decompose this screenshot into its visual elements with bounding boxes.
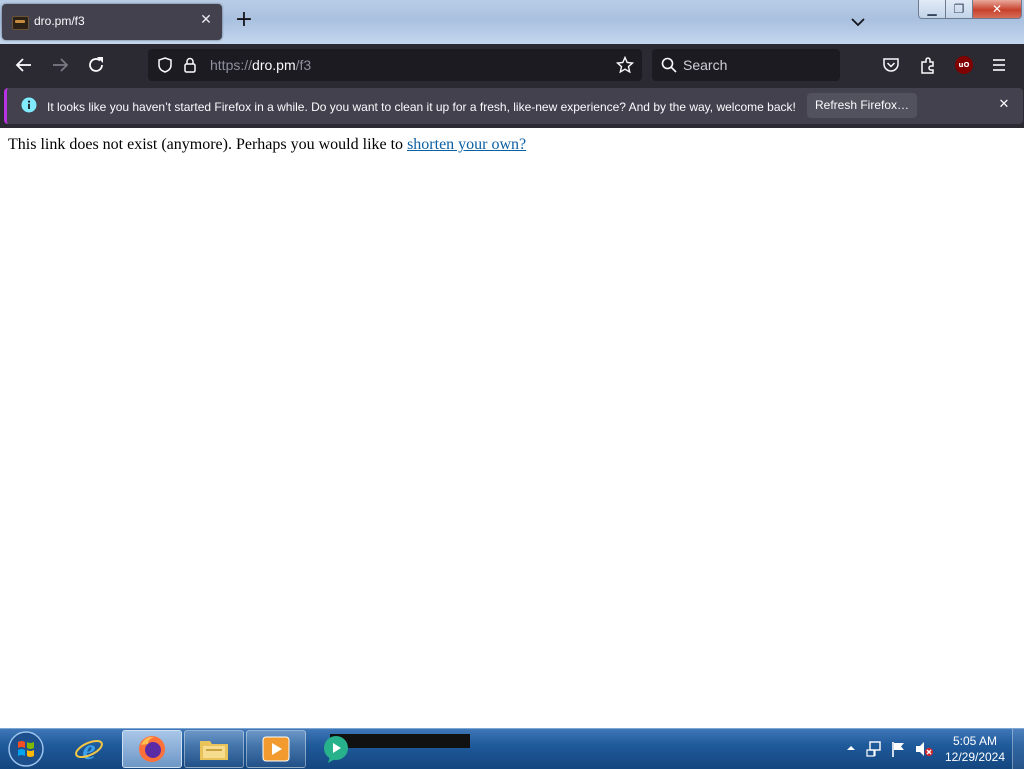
ublock-origin-icon[interactable]: uO bbox=[955, 56, 973, 74]
taskbar: e 5:05 AM 12/29/2024 bbox=[0, 728, 1024, 769]
taskbar-firefox[interactable] bbox=[122, 730, 182, 768]
taskbar-internet-explorer[interactable]: e bbox=[60, 730, 118, 766]
notification-bar: It looks like you haven’t started Firefo… bbox=[0, 86, 1024, 128]
taskbar-clock[interactable]: 5:05 AM 12/29/2024 bbox=[930, 733, 1020, 765]
folder-icon bbox=[200, 741, 228, 760]
start-button-icon[interactable] bbox=[4, 730, 48, 768]
page-content: This link does not exist (anymore). Perh… bbox=[0, 128, 1024, 728]
site-favicon-icon bbox=[12, 16, 29, 30]
network-icon[interactable] bbox=[866, 740, 884, 758]
refresh-firefox-button[interactable]: Refresh Firefox… bbox=[807, 93, 917, 118]
page-paragraph: This link does not exist (anymore). Perh… bbox=[8, 136, 526, 154]
info-icon bbox=[21, 97, 37, 113]
reload-icon[interactable] bbox=[82, 52, 110, 78]
action-center-flag-icon[interactable] bbox=[890, 740, 908, 758]
close-window-button[interactable]: ✕ bbox=[972, 0, 1022, 19]
tab-active[interactable]: dro.pm/f3 ✕ bbox=[2, 4, 222, 40]
search-placeholder: Search bbox=[683, 57, 728, 73]
clock-time: 5:05 AM bbox=[952, 734, 998, 748]
lock-icon[interactable] bbox=[182, 56, 198, 74]
bookmark-star-icon[interactable] bbox=[616, 56, 634, 74]
new-tab-button[interactable]: + bbox=[234, 9, 254, 31]
show-desktop-button[interactable] bbox=[1012, 729, 1024, 769]
forward-icon[interactable] bbox=[46, 52, 74, 78]
pocket-icon[interactable] bbox=[882, 56, 900, 74]
minimize-button[interactable]: ▁ bbox=[918, 0, 946, 19]
search-bar[interactable]: Search bbox=[652, 49, 840, 81]
extensions-puzzle-icon[interactable] bbox=[918, 55, 938, 75]
search-icon bbox=[661, 57, 677, 73]
show-hidden-icons-icon[interactable] bbox=[846, 743, 856, 753]
list-all-tabs-icon[interactable] bbox=[848, 12, 868, 32]
taskbar-media-player[interactable] bbox=[246, 730, 306, 768]
shorten-link[interactable]: shorten your own? bbox=[407, 136, 526, 153]
taskbar-unknown-app[interactable] bbox=[308, 730, 474, 766]
chat-bubble-icon bbox=[324, 736, 348, 763]
svg-text:e: e bbox=[82, 733, 95, 765]
notification-message: It looks like you haven’t started Firefo… bbox=[47, 100, 796, 114]
page-message: This link does not exist (anymore). Perh… bbox=[8, 136, 404, 153]
url-bar[interactable]: https://dro.pm/f3 bbox=[148, 49, 642, 81]
firefox-icon bbox=[139, 736, 165, 762]
tab-strip: dro.pm/f3 ✕ + ▁ ❐ ✕ bbox=[0, 0, 1024, 44]
restore-button[interactable]: ❐ bbox=[945, 0, 973, 19]
nav-toolbar: https://dro.pm/f3 Search uO bbox=[0, 44, 1024, 86]
internet-explorer-icon: e bbox=[75, 733, 103, 765]
hamburger-menu-icon[interactable] bbox=[990, 56, 1008, 74]
notification-close-icon[interactable]: ✕ bbox=[995, 96, 1013, 114]
notification-box: It looks like you haven’t started Firefo… bbox=[4, 88, 1023, 124]
url-text[interactable]: https://dro.pm/f3 bbox=[210, 57, 311, 73]
clock-date: 12/29/2024 bbox=[944, 750, 1006, 764]
media-player-icon bbox=[262, 736, 290, 762]
tracking-protection-shield-icon[interactable] bbox=[156, 56, 174, 74]
tab-title: dro.pm/f3 bbox=[34, 14, 85, 28]
back-icon[interactable] bbox=[10, 52, 38, 78]
taskbar-file-explorer[interactable] bbox=[184, 730, 244, 768]
tab-close-icon[interactable]: ✕ bbox=[198, 12, 214, 28]
